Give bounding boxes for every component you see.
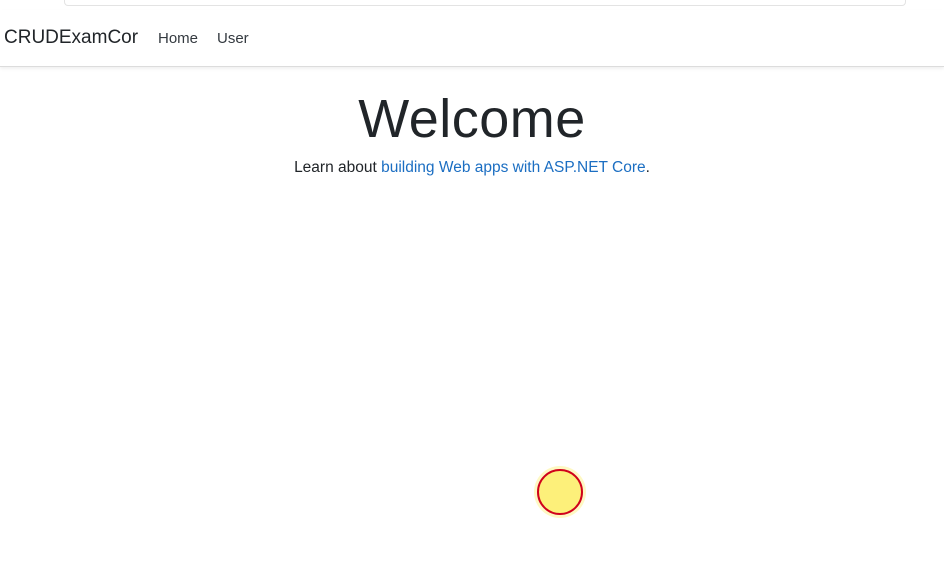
brand-link[interactable]: CRUDExamCor bbox=[4, 27, 138, 49]
address-bar-edge bbox=[64, 0, 906, 6]
cursor-highlight-icon bbox=[537, 469, 583, 515]
nav-link-user[interactable]: User bbox=[217, 30, 249, 47]
aspnet-docs-link[interactable]: building Web apps with ASP.NET Core bbox=[381, 159, 646, 176]
nav-link-home[interactable]: Home bbox=[158, 30, 198, 47]
learn-prefix: Learn about bbox=[294, 159, 382, 176]
learn-suffix: . bbox=[645, 159, 650, 176]
learn-paragraph: Learn about building Web apps with ASP.N… bbox=[0, 159, 944, 177]
page-title: Welcome bbox=[358, 89, 586, 149]
navbar: CRUDExamCor Home User bbox=[0, 10, 944, 67]
main-content: Welcome Learn about building Web apps wi… bbox=[0, 67, 944, 177]
browser-top-edge bbox=[0, 0, 944, 8]
